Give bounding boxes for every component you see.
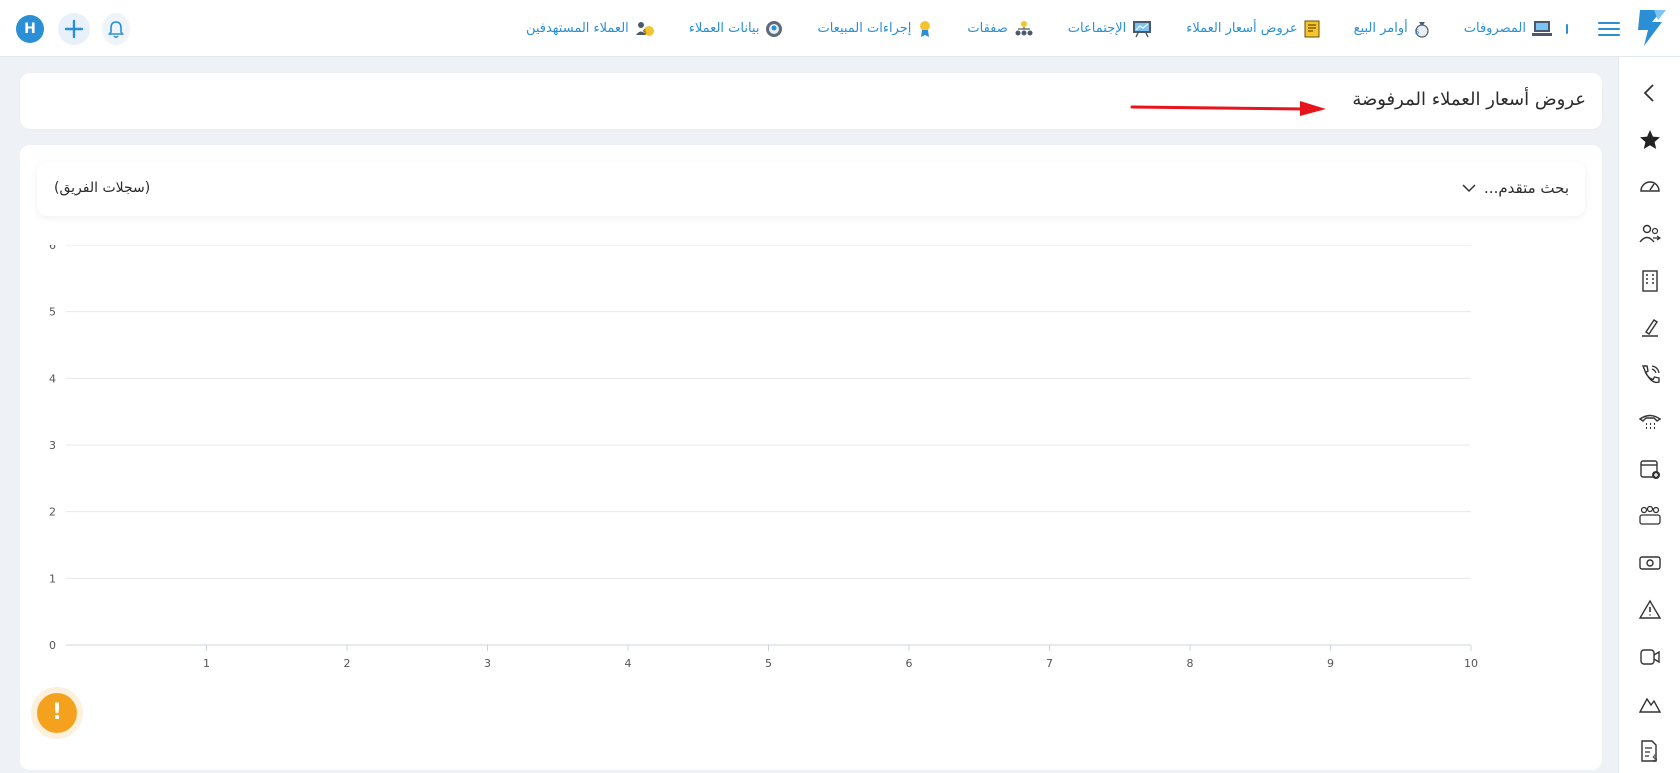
nav-item-deals[interactable]: صفقات: [967, 20, 1033, 38]
add-new-button[interactable]: [58, 13, 90, 45]
expenses-icon: [1532, 20, 1552, 36]
desk-phone-icon[interactable]: [1638, 410, 1662, 434]
y-tick-label: 6: [49, 245, 56, 252]
x-tick-label: 8: [1187, 657, 1194, 670]
user-avatar[interactable]: H: [16, 15, 44, 43]
x-tick-label: 1: [203, 657, 210, 670]
invoice-icon[interactable]: $: [1638, 739, 1662, 763]
app-logo-icon[interactable]: [1632, 6, 1670, 50]
main-nav: $ العملاء المستهدفين بيانات العملاء إجرا…: [526, 0, 1568, 57]
notifications-button[interactable]: [102, 13, 130, 45]
nav-item-customer-data[interactable]: بيانات العملاء: [689, 20, 784, 38]
video-call-icon[interactable]: [1638, 645, 1662, 669]
search-filter-bar: بحث متقدم... (سجلات الفريق): [37, 162, 1585, 216]
team-records-label[interactable]: (سجلات الفريق): [54, 180, 150, 196]
quotes-icon: [1304, 20, 1320, 37]
x-tick-label: 9: [1327, 657, 1334, 670]
svg-text:$: $: [1414, 27, 1419, 36]
chevron-left-icon[interactable]: [1638, 81, 1662, 105]
x-tick-label: 3: [484, 657, 491, 670]
nav-item-sales-actions[interactable]: إجراءات المبيعات: [817, 20, 933, 38]
nav-item-expenses[interactable]: المصروفات: [1464, 20, 1552, 38]
hamburger-menu-icon[interactable]: [1598, 18, 1620, 38]
y-tick-label: 0: [49, 639, 56, 652]
phone-call-icon[interactable]: [1638, 363, 1662, 387]
bell-icon: [107, 21, 125, 39]
advanced-search-toggle[interactable]: بحث متقدم...: [1462, 179, 1569, 197]
right-sidebar: $: [1618, 57, 1680, 773]
team-icon[interactable]: [1638, 504, 1662, 528]
nav-overflow-indicator: [1566, 23, 1568, 34]
x-axis-tick-labels: 1 2 3 4 5 6 7 8 9 10: [203, 657, 1478, 670]
cash-icon[interactable]: [1638, 551, 1662, 575]
nav-item-sales-orders[interactable]: $ أوامر البيع: [1354, 20, 1430, 38]
nav-item-meetings[interactable]: الإجتماعات: [1068, 20, 1152, 38]
star-icon[interactable]: [1638, 128, 1662, 152]
dashboard-gauge-icon[interactable]: [1638, 175, 1662, 199]
calendar-add-icon[interactable]: [1638, 457, 1662, 481]
x-tick-label: 6: [906, 657, 913, 670]
sales-orders-icon: $: [1414, 21, 1429, 38]
x-tick-label: 7: [1046, 657, 1053, 670]
mountain-icon[interactable]: [1638, 692, 1662, 716]
sales-actions-icon: [920, 20, 931, 37]
building-icon[interactable]: [1638, 269, 1662, 293]
y-tick-label: 2: [49, 506, 56, 519]
y-tick-label: 5: [49, 306, 56, 319]
chart-grid: [66, 245, 1472, 651]
y-axis-tick-labels: 0 1 2 3 4 5 6: [49, 245, 56, 652]
target-customers-icon: $: [635, 21, 654, 36]
x-tick-label: 10: [1464, 657, 1478, 670]
red-arrow-annotation: [1130, 101, 1326, 116]
x-tick-label: 4: [625, 657, 632, 670]
page-title-card: عروض أسعار العملاء المرفوضة: [20, 73, 1602, 129]
line-chart: 0 1 2 3 4 5 6 1 2 3 4 5 6 7 8 9 10: [49, 245, 1478, 670]
deals-icon: [1015, 20, 1033, 35]
plus-icon: [64, 19, 84, 39]
page-title: عروض أسعار العملاء المرفوضة: [1352, 89, 1586, 110]
contacts-icon[interactable]: [1638, 222, 1662, 246]
warning-icon[interactable]: [1638, 598, 1662, 622]
advanced-search-label: بحث متقدم...: [1484, 179, 1569, 197]
svg-text:$: $: [642, 28, 646, 36]
help-alert-button[interactable]: !: [37, 693, 77, 733]
signature-icon[interactable]: [1638, 316, 1662, 340]
x-tick-label: 2: [344, 657, 351, 670]
nav-item-quotes[interactable]: عروض أسعار العملاء: [1186, 20, 1320, 38]
y-tick-label: 3: [49, 439, 56, 452]
y-tick-label: 4: [49, 372, 56, 385]
svg-text:$: $: [1652, 754, 1658, 763]
meetings-icon: [1133, 20, 1152, 37]
customer-data-icon: [766, 20, 783, 37]
chevron-down-icon: [1462, 184, 1476, 193]
y-tick-label: 1: [49, 572, 56, 585]
x-tick-label: 5: [765, 657, 772, 670]
nav-item-target-customers[interactable]: $ العملاء المستهدفين: [526, 20, 655, 38]
top-navigation-bar: $ العملاء المستهدفين بيانات العملاء إجرا…: [0, 0, 1680, 57]
main-content-card: بحث متقدم... (سجلات الفريق) 0 1 2 3 4 5 6 1 2 3 4…: [20, 145, 1602, 770]
